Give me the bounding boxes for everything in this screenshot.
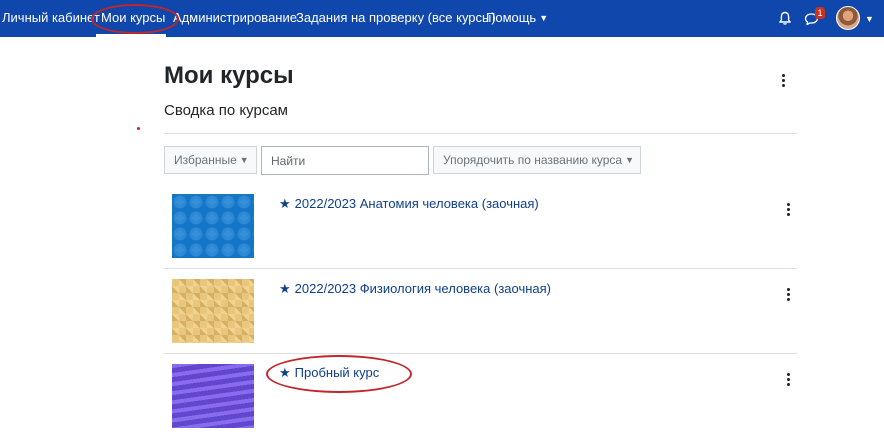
star-icon: ★ (279, 365, 291, 380)
more-vertical-icon (786, 373, 790, 376)
star-icon: ★ (279, 281, 291, 296)
course-link[interactable]: ★ Пробный курс (279, 365, 379, 381)
chevron-down-icon: ▼ (239, 155, 249, 165)
nav-item-administration[interactable]: Администрирование (173, 0, 297, 37)
nav-item-my-courses[interactable]: Мои курсы (101, 0, 165, 37)
page-title: Мои курсы (164, 62, 294, 89)
course-image[interactable] (172, 364, 254, 428)
page-actions-button[interactable] (778, 74, 788, 87)
top-navbar: Личный кабинет Мои курсы Администрирован… (0, 0, 884, 37)
course-actions-button[interactable] (783, 288, 793, 301)
course-image[interactable] (172, 279, 254, 343)
nav-item-help[interactable]: Помощь ▼ (486, 0, 548, 37)
course-link[interactable]: ★ 2022/2023 Физиология человека (заочная) (279, 281, 551, 297)
course-link[interactable]: ★ 2022/2023 Анатомия человека (заочная) (279, 196, 539, 212)
annotation-dot (137, 127, 140, 130)
more-vertical-icon (786, 203, 790, 206)
messages-count-badge: 1 (815, 7, 825, 19)
more-vertical-icon (786, 288, 790, 291)
course-name: Пробный курс (294, 365, 380, 380)
chevron-down-icon: ▼ (539, 13, 549, 23)
section-title: Сводка по курсам (164, 102, 288, 119)
course-image[interactable] (172, 194, 254, 258)
course-divider (164, 268, 797, 269)
active-tab-indicator (96, 34, 166, 37)
more-vertical-icon (781, 74, 785, 77)
help-label: Помощь (486, 10, 537, 25)
grouping-label: Избранные (174, 153, 237, 167)
star-icon: ★ (279, 196, 291, 211)
course-search-input[interactable] (261, 146, 429, 175)
notifications-button[interactable] (776, 0, 794, 37)
nav-item-assignments-review[interactable]: Задания на проверку (все курсы) (296, 0, 496, 37)
grouping-dropdown[interactable]: Избранные ▼ (164, 146, 257, 174)
nav-item-dashboard[interactable]: Личный кабинет (2, 0, 100, 37)
course-actions-button[interactable] (783, 373, 793, 386)
course-divider (164, 353, 797, 354)
chevron-down-icon: ▼ (625, 155, 635, 165)
header-divider (164, 133, 797, 134)
course-name: 2022/2023 Анатомия человека (заочная) (294, 196, 539, 211)
bell-icon (779, 11, 791, 25)
sort-dropdown[interactable]: Упорядочить по названию курса ▼ (433, 146, 641, 174)
sort-label: Упорядочить по названию курса (443, 153, 623, 167)
course-name: 2022/2023 Физиология человека (заочная) (294, 281, 551, 296)
user-menu-chevron-icon[interactable]: ▼ (865, 1, 874, 38)
user-avatar[interactable] (836, 6, 860, 30)
course-actions-button[interactable] (783, 203, 793, 216)
